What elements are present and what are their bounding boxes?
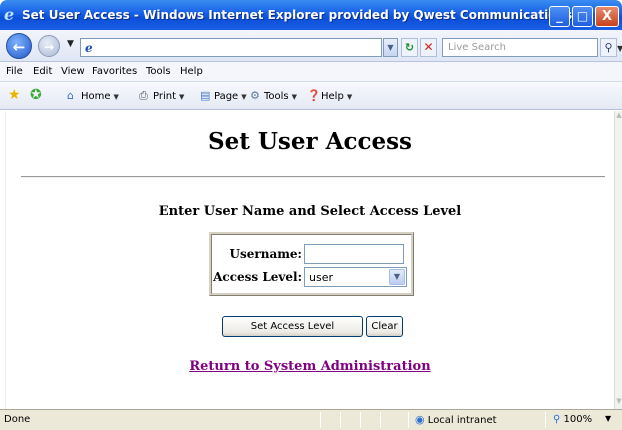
- scroll-up-icon[interactable]: ▲: [615, 111, 622, 123]
- favorites-star-icon[interactable]: ★: [8, 87, 21, 103]
- tools-icon: ⚙: [250, 89, 260, 102]
- back-icon[interactable]: ←: [6, 33, 32, 59]
- menu-tools[interactable]: Tools: [146, 66, 171, 78]
- menu-file[interactable]: File: [6, 66, 23, 78]
- menu-bar: File Edit View Favorites Tools Help: [0, 62, 622, 82]
- access-level-value: user: [309, 271, 333, 284]
- access-level-select[interactable]: user ▼: [304, 267, 407, 287]
- access-form: Username: Access Level: user ▼: [209, 232, 414, 296]
- address-field[interactable]: e: [80, 38, 382, 57]
- page-content: Set User Access Enter User Name and Sele…: [6, 111, 614, 409]
- globe-icon: ◉: [415, 413, 425, 426]
- username-input[interactable]: [304, 244, 404, 264]
- scroll-down-icon[interactable]: ▼: [615, 397, 622, 409]
- search-options-dropdown-icon[interactable]: ▼: [617, 44, 622, 53]
- status-separator: [380, 412, 381, 428]
- command-bar: ★ ✪ ⌂ Home ▼ ⎙ Print ▼ ▤ Page ▼ ⚙ Tools ▼ ❓Help ▼: [0, 82, 622, 110]
- zoom-icon: ⚲: [553, 414, 561, 425]
- menu-view[interactable]: View: [61, 66, 85, 78]
- chevron-down-icon[interactable]: ▼: [389, 269, 405, 285]
- maximize-button[interactable]: □: [572, 6, 593, 27]
- home-button[interactable]: ⌂ Home ▼: [67, 90, 119, 103]
- tools-menu-button[interactable]: ⚙ Tools ▼: [250, 90, 297, 103]
- stop-icon[interactable]: ✕: [420, 38, 437, 57]
- status-separator: [320, 412, 321, 428]
- page-title: Set User Access: [207, 128, 413, 155]
- access-level-label: Access Level:: [213, 270, 302, 284]
- print-button[interactable]: ⎙ Print ▼: [139, 90, 184, 103]
- search-icon[interactable]: ⚲: [600, 38, 617, 57]
- window-title: Set User Access - Windows Internet Explo…: [22, 8, 573, 22]
- menu-edit[interactable]: Edit: [33, 66, 52, 78]
- menu-help[interactable]: Help: [180, 66, 203, 78]
- ie-logo-icon: e: [4, 5, 15, 24]
- close-button[interactable]: X: [595, 6, 619, 27]
- help-icon: ❓: [307, 89, 321, 102]
- status-text: Done: [4, 414, 31, 425]
- vertical-scrollbar[interactable]: ▲ ▼: [614, 111, 622, 409]
- home-icon: ⌂: [67, 89, 74, 102]
- search-input[interactable]: [443, 39, 597, 56]
- status-separator: [360, 412, 361, 428]
- add-favorites-icon[interactable]: ✪: [30, 87, 42, 103]
- window-title-bar[interactable]: e Set User Access - Windows Internet Exp…: [0, 0, 622, 30]
- address-dropdown-icon[interactable]: ▼: [383, 38, 398, 57]
- refresh-icon[interactable]: ↻: [401, 38, 418, 57]
- security-zone[interactable]: ◉ Local intranet: [415, 413, 497, 427]
- print-icon: ⎙: [139, 89, 148, 102]
- recent-pages-dropdown-icon[interactable]: ▼: [67, 39, 74, 49]
- username-label: Username:: [229, 247, 302, 261]
- menu-favorites[interactable]: Favorites: [92, 66, 137, 78]
- form-instructions: Enter User Name and Select Access Level: [158, 204, 462, 219]
- zoom-level[interactable]: ⚲ 100%: [553, 413, 592, 426]
- minimize-button[interactable]: _: [549, 6, 570, 27]
- status-bar: Done ◉ Local intranet ⚲ 100% ▼: [0, 409, 622, 430]
- clear-button[interactable]: Clear: [366, 316, 403, 337]
- status-separator: [408, 412, 409, 428]
- set-access-level-button[interactable]: Set Access Level: [222, 316, 363, 337]
- page-icon: e: [85, 41, 93, 55]
- return-to-system-administration-link[interactable]: Return to System Administration: [189, 359, 430, 374]
- status-separator: [340, 412, 341, 428]
- return-link-container: Return to System Administration: [6, 359, 614, 375]
- help-menu-button[interactable]: ❓Help ▼: [307, 90, 352, 103]
- address-toolbar: ← → ▼ e ▼ ↻ ✕ ⚲ ▼: [0, 30, 622, 62]
- status-separator: [545, 412, 546, 428]
- zoom-dropdown-icon[interactable]: ▼: [605, 414, 611, 423]
- page-menu-button[interactable]: ▤ Page ▼: [200, 90, 247, 103]
- search-field[interactable]: [442, 38, 598, 57]
- divider: [21, 176, 605, 178]
- page-menu-icon: ▤: [200, 89, 211, 102]
- forward-icon[interactable]: →: [38, 35, 60, 57]
